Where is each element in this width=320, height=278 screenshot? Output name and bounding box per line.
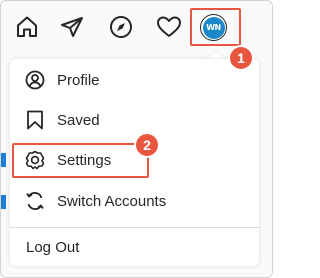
avatar-initials: WN bbox=[202, 16, 225, 39]
profile-circle-icon bbox=[25, 70, 45, 90]
menu-item-label: Saved bbox=[57, 111, 100, 129]
explore-icon[interactable] bbox=[108, 14, 134, 40]
menu-item-label: Profile bbox=[57, 71, 100, 89]
menu-item-saved[interactable]: Saved bbox=[10, 100, 259, 140]
step-callout-2: 2 bbox=[136, 134, 158, 156]
direct-message-icon[interactable] bbox=[59, 14, 85, 40]
bookmark-icon bbox=[25, 110, 45, 130]
step-callout-1: 1 bbox=[230, 47, 252, 69]
background-content-peek bbox=[1, 153, 6, 167]
menu-item-switch-accounts[interactable]: Switch Accounts bbox=[10, 181, 259, 221]
app-window: WN Profile Saved Settings Switch Account… bbox=[0, 0, 273, 278]
avatar[interactable]: WN bbox=[200, 14, 227, 41]
background-content-peek bbox=[1, 195, 6, 209]
activity-heart-icon[interactable] bbox=[156, 14, 182, 40]
menu-item-profile[interactable]: Profile bbox=[10, 60, 259, 100]
settings-highlight-box bbox=[12, 143, 149, 178]
switch-accounts-icon bbox=[25, 191, 45, 211]
menu-item-logout[interactable]: Log Out bbox=[10, 228, 259, 266]
home-icon[interactable] bbox=[14, 14, 40, 40]
menu-item-label: Switch Accounts bbox=[57, 192, 167, 210]
logout-label: Log Out bbox=[26, 239, 80, 256]
